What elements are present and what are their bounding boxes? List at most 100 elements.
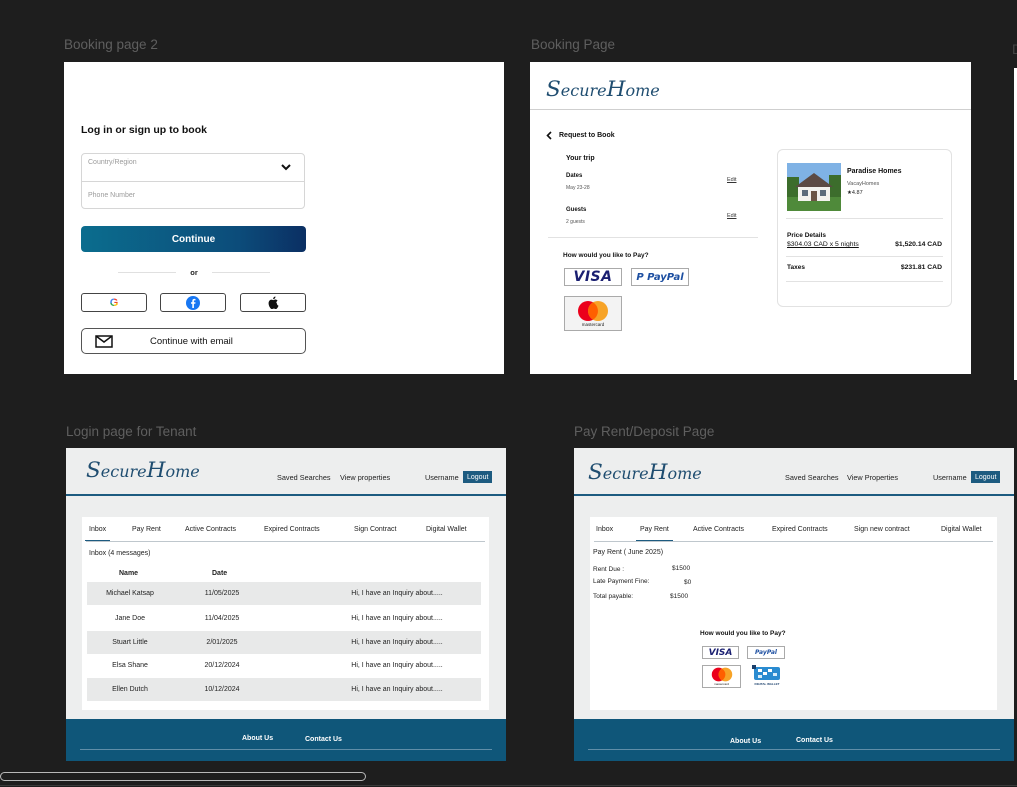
horizontal-scrollbar[interactable] xyxy=(0,772,366,781)
edit-guests-link[interactable]: Edit xyxy=(727,213,736,219)
apple-icon xyxy=(268,296,279,309)
property-summary-card: Paradise Homes VacayHomes ★4.87 Price De… xyxy=(777,149,952,307)
pay-rent-frame: SecureHome Saved Searches View Propertie… xyxy=(574,448,1014,761)
continue-with-email-button[interactable]: Continue with email xyxy=(81,328,306,354)
edit-dates-link[interactable]: Edit xyxy=(727,177,736,183)
header-rule xyxy=(66,494,506,496)
frame-label-pay-rent[interactable]: Pay Rent/Deposit Page xyxy=(574,424,714,439)
mastercard-option[interactable]: mastercard xyxy=(702,665,741,688)
table-row[interactable]: Elsa Shane 20/12/2024 Hi, I have an Inqu… xyxy=(87,654,481,677)
visa-option[interactable]: VISA xyxy=(702,646,739,659)
tab-underline xyxy=(594,541,993,542)
rent-due-value: $1500 xyxy=(672,565,691,572)
mail-icon xyxy=(95,335,113,348)
frame-label-offscreen[interactable]: D xyxy=(1012,42,1017,57)
username-label[interactable]: Username xyxy=(933,473,967,482)
frame-label-tenant-login[interactable]: Login page for Tenant xyxy=(66,424,196,439)
request-to-book-back[interactable]: Request to Book xyxy=(546,131,615,140)
footer-about-us[interactable]: About Us xyxy=(242,735,273,742)
tab-digital-wallet[interactable]: Digital Wallet xyxy=(426,526,467,533)
apple-button[interactable] xyxy=(240,293,306,312)
facebook-button[interactable] xyxy=(160,293,226,312)
request-to-book-label: Request to Book xyxy=(559,132,615,139)
price-details-label: Price Details xyxy=(787,232,827,239)
paypal-logo: P PayPal xyxy=(636,271,684,283)
signup-fields: Country/Region Phone Number xyxy=(81,153,305,209)
visa-option[interactable]: VISA xyxy=(564,268,622,286)
tab-inbox[interactable]: Inbox xyxy=(596,526,613,533)
tab-pay-rent[interactable]: Pay Rent xyxy=(636,526,673,541)
divider-line xyxy=(211,271,270,273)
tab-active-contracts[interactable]: Active Contracts xyxy=(693,526,744,533)
logout-button[interactable]: Logout xyxy=(971,471,1001,483)
tab-active-contracts[interactable]: Active Contracts xyxy=(185,526,236,533)
property-name: Paradise Homes xyxy=(847,168,902,175)
table-row[interactable]: Jane Doe 11/04/2025 Hi, I have an Inquir… xyxy=(87,607,481,630)
tab-digital-wallet[interactable]: Digital Wallet xyxy=(941,526,982,533)
logout-button[interactable]: Logout xyxy=(463,471,493,483)
username-label[interactable]: Username xyxy=(425,473,459,482)
mastercard-option[interactable]: mastercard xyxy=(564,296,622,331)
footer: About Us Contact Us xyxy=(66,719,506,761)
table-row[interactable]: Ellen Dutch 10/12/2024 Hi, I have an Inq… xyxy=(87,678,481,701)
row-date: 11/04/2025 xyxy=(204,615,240,622)
row-name: Jane Doe xyxy=(115,615,145,622)
google-button[interactable]: G xyxy=(81,293,147,312)
frame-label-booking-page-2[interactable]: Booking page 2 xyxy=(64,37,158,52)
late-fee-label: Late Payment Fine: xyxy=(593,578,650,585)
row-message: Hi, I have an Inquiry about..... xyxy=(351,615,443,622)
frame-label-booking-page[interactable]: Booking Page xyxy=(531,37,615,52)
paypal-option[interactable]: PayPal xyxy=(747,646,785,659)
table-row[interactable]: Stuart Little 2/01/2025 Hi, I have an In… xyxy=(87,631,481,654)
tab-expired-contracts[interactable]: Expired Contracts xyxy=(264,526,320,533)
pay-rent-panel: Inbox Pay Rent Active Contracts Expired … xyxy=(590,517,997,710)
tab-underline xyxy=(86,541,485,542)
footer-contact-us[interactable]: Contact Us xyxy=(796,737,833,744)
mastercard-icon xyxy=(711,667,732,682)
visa-logo: VISA xyxy=(573,269,613,285)
tab-sign-contract[interactable]: Sign Contract xyxy=(354,526,396,533)
footer: About Us Contact Us xyxy=(574,719,1014,761)
pay-question: How would you like to Pay? xyxy=(700,630,786,637)
phone-input[interactable]: Phone Number xyxy=(88,192,135,199)
nav-saved-searches[interactable]: Saved Searches xyxy=(785,473,839,482)
property-photo xyxy=(787,163,841,211)
guests-value: 2 guests xyxy=(566,219,585,225)
tab-inbox[interactable]: Inbox xyxy=(84,526,111,541)
row-date: 2/01/2025 xyxy=(206,639,238,646)
nav-saved-searches[interactable]: Saved Searches xyxy=(277,473,331,482)
tab-sign-new-contract[interactable]: Sign new contract xyxy=(854,526,910,533)
field-divider xyxy=(82,181,304,182)
tab-pay-rent[interactable]: Pay Rent xyxy=(132,526,161,533)
tenant-login-frame: SecureHome Saved Searches View propertie… xyxy=(66,448,506,761)
google-icon: G xyxy=(109,296,119,309)
price-calculation[interactable]: $304.03 CAD x 5 nights xyxy=(787,241,859,248)
brand-logo[interactable]: SecureHome xyxy=(86,458,200,483)
footer-about-us[interactable]: About Us xyxy=(730,738,761,745)
footer-rule xyxy=(588,749,1000,750)
pay-question: How would you like to Pay? xyxy=(563,252,649,259)
paypal-option[interactable]: P PayPal xyxy=(631,268,689,286)
digital-wallet-option[interactable]: DIGITAL WALLET xyxy=(750,664,784,688)
price-total: $1,520.14 CAD xyxy=(895,241,942,248)
taxes-label: Taxes xyxy=(787,264,805,271)
nav-view-properties[interactable]: View properties xyxy=(340,473,390,482)
tab-bar: Inbox Pay Rent Active Contracts Expired … xyxy=(590,517,997,541)
brand-logo[interactable]: SecureHome xyxy=(588,460,702,485)
country-select[interactable]: Country/Region xyxy=(88,159,137,166)
continue-label: Continue xyxy=(171,233,216,245)
total-label: Total payable: xyxy=(593,593,634,600)
tab-expired-contracts[interactable]: Expired Contracts xyxy=(772,526,828,533)
mastercard-label: mastercard xyxy=(713,682,729,686)
brand-logo[interactable]: SecureHome xyxy=(546,77,660,102)
continue-button[interactable]: Continue xyxy=(81,226,306,252)
taxes-value: $231.81 CAD xyxy=(900,264,942,271)
footer-rule xyxy=(80,749,492,750)
row-date: 10/12/2024 xyxy=(204,686,240,693)
paypal-logo: PayPal xyxy=(755,649,777,656)
table-row[interactable]: Michael Katsap 11/05/2025 Hi, I have an … xyxy=(87,582,481,605)
nav-view-properties[interactable]: View Properties xyxy=(847,473,898,482)
digital-wallet-icon xyxy=(752,665,780,680)
footer-contact-us[interactable]: Contact Us xyxy=(305,736,342,743)
chevron-down-icon[interactable] xyxy=(280,162,292,172)
